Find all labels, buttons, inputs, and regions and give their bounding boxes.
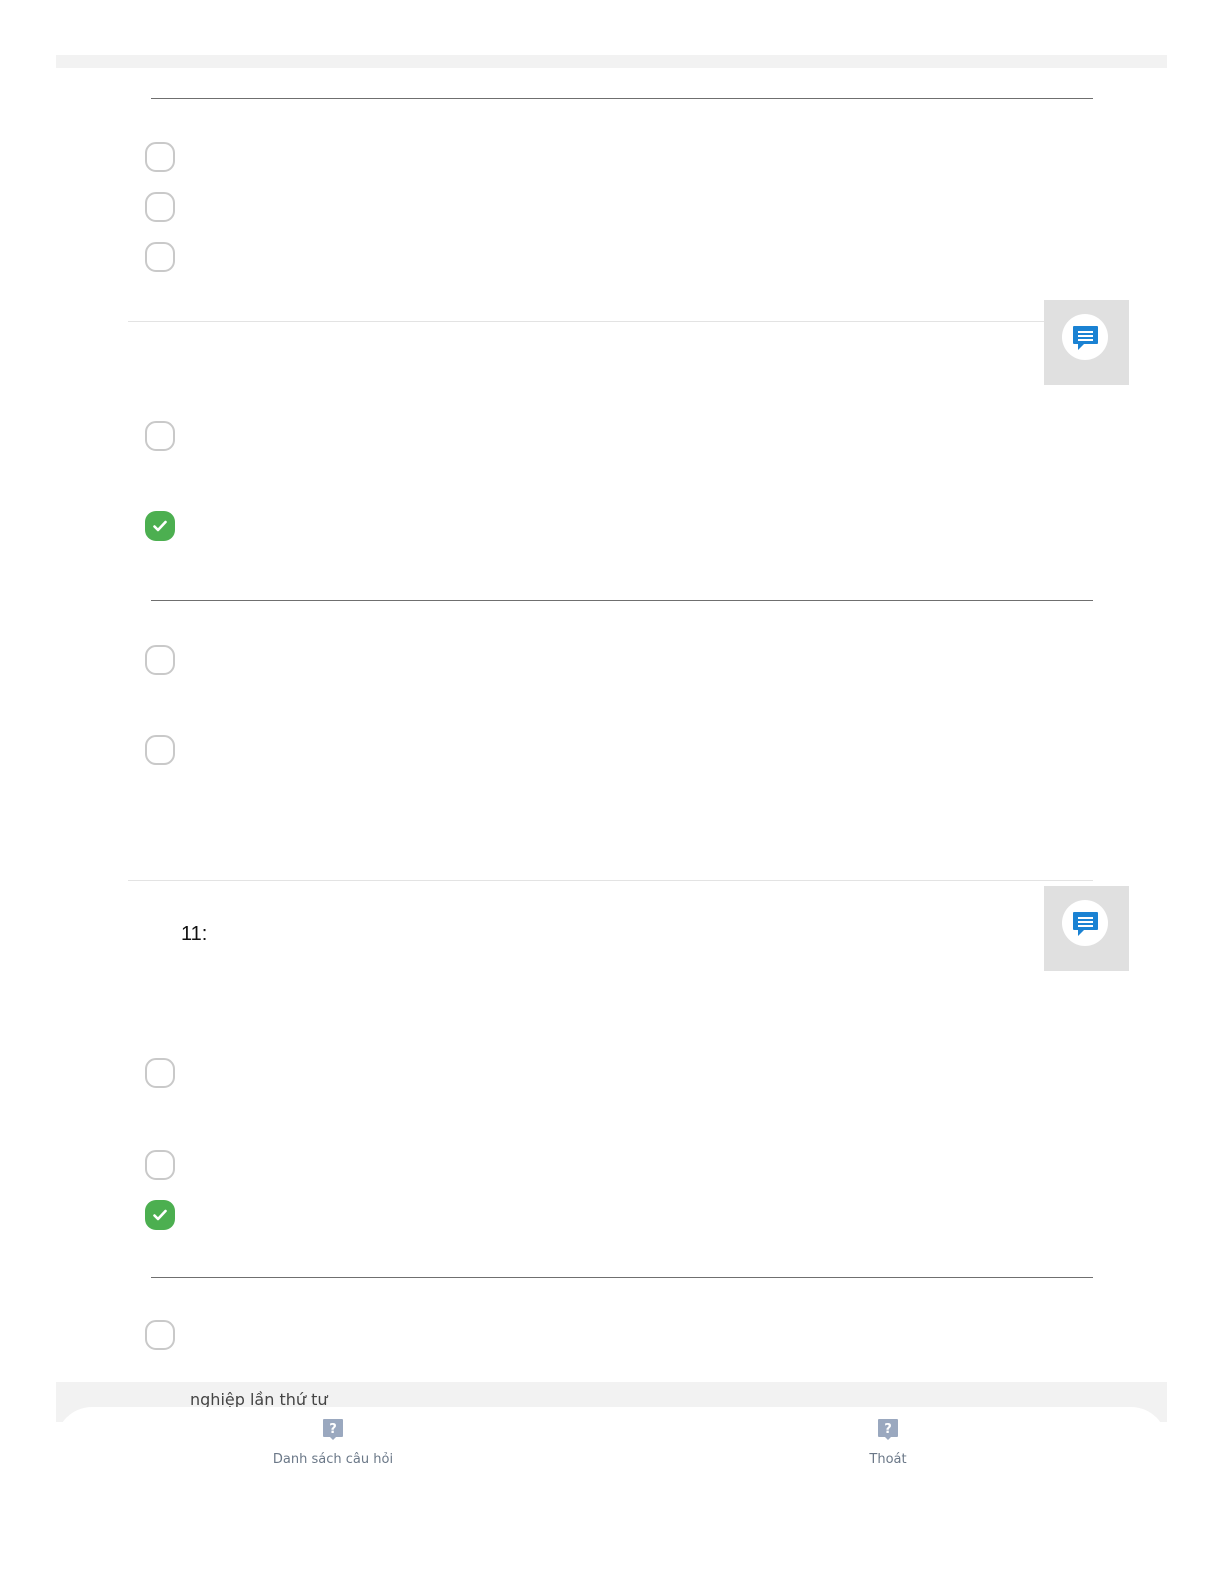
comment-button[interactable]: [1044, 886, 1129, 971]
answer-option-radio[interactable]: [145, 192, 175, 222]
answer-option-radio[interactable]: [145, 142, 175, 172]
answer-option-radio[interactable]: [145, 1320, 175, 1350]
comment-icon: [1073, 912, 1098, 936]
question-list-label: Danh sách câu hỏi: [272, 1452, 394, 1467]
question-number: 11:: [181, 923, 208, 945]
answer-option-radio[interactable]: [145, 1150, 175, 1180]
exit-label: Thoát: [869, 1452, 907, 1467]
check-icon: [153, 520, 167, 532]
top-toolbar-strip: [56, 55, 1167, 68]
question-help-icon: ?: [323, 1419, 343, 1440]
comment-icon: [1073, 326, 1098, 350]
question-separator: [151, 1277, 1093, 1278]
question-separator: [151, 600, 1093, 601]
svg-text:?: ?: [884, 1422, 892, 1437]
comment-icon-background: [1062, 314, 1108, 360]
answer-option-radio[interactable]: [145, 242, 175, 272]
svg-text:?: ?: [329, 1422, 337, 1437]
comment-icon-background: [1062, 900, 1108, 946]
answer-option-radio[interactable]: [145, 645, 175, 675]
comment-button[interactable]: [1044, 300, 1129, 385]
question-separator: [151, 98, 1093, 99]
question-divider: [128, 321, 1093, 322]
check-icon: [153, 1209, 167, 1221]
answer-option-radio[interactable]: [145, 421, 175, 451]
answer-option-radio-selected[interactable]: [145, 511, 175, 541]
answer-option-radio[interactable]: [145, 1058, 175, 1088]
question-help-icon: ?: [878, 1419, 898, 1440]
question-divider: [128, 880, 1093, 881]
answer-option-radio[interactable]: [145, 735, 175, 765]
bottom-navigation-bar: ? Danh sách câu hỏi ? Thoát: [56, 1407, 1167, 1585]
answer-option-radio-selected[interactable]: [145, 1200, 175, 1230]
